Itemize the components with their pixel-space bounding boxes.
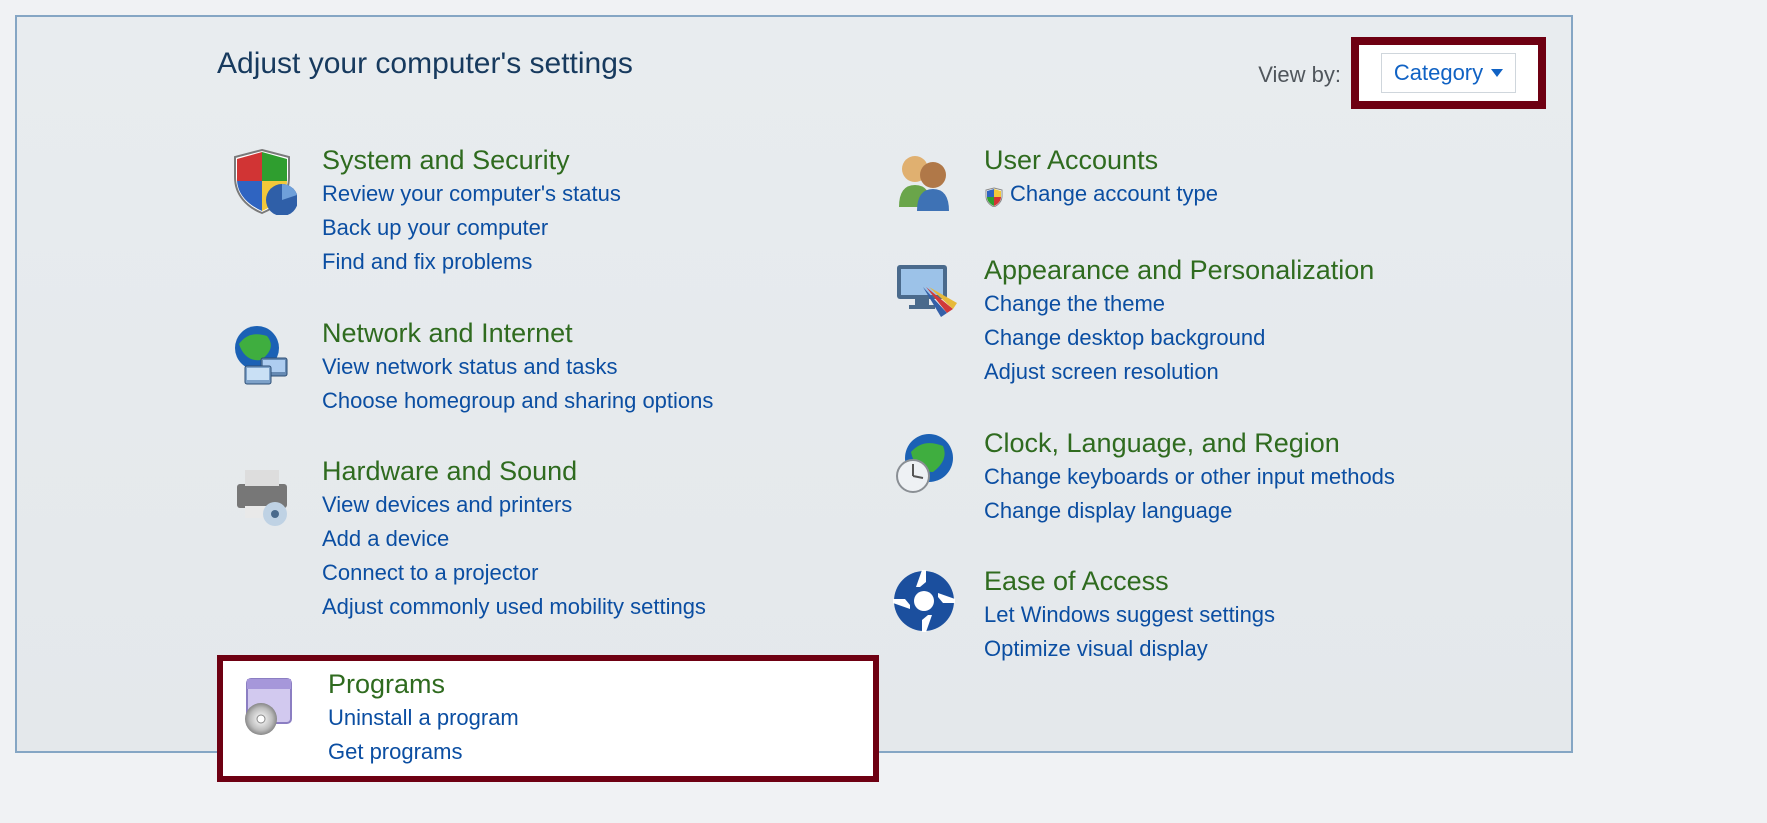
category-title-ease[interactable]: Ease of Access xyxy=(984,566,1275,597)
category-link-appearance-1[interactable]: Change desktop background xyxy=(984,322,1374,354)
control-panel-window: Adjust your computer's settings View by:… xyxy=(15,15,1573,753)
category-title-programs[interactable]: Programs xyxy=(328,669,519,700)
page-title: Adjust your computer's settings xyxy=(217,47,633,81)
right-column: User AccountsChange account type Appearan… xyxy=(879,137,1541,731)
category-title-hardware-sound[interactable]: Hardware and Sound xyxy=(322,456,706,487)
ease-icon xyxy=(889,566,959,636)
category-title-system-security[interactable]: System and Security xyxy=(322,145,621,176)
category-link-system-security-0[interactable]: Review your computer's status xyxy=(322,178,621,210)
monitor-icon xyxy=(889,255,959,325)
view-by-label: View by: xyxy=(1258,62,1341,88)
category-link-text: Change account type xyxy=(1010,178,1218,210)
view-by-dropdown-highlight: Category xyxy=(1351,37,1546,109)
category-ease: Ease of AccessLet Windows suggest settin… xyxy=(879,558,1541,673)
category-clock: Clock, Language, and RegionChange keyboa… xyxy=(879,420,1541,535)
category-columns: System and SecurityReview your computer'… xyxy=(217,137,1541,731)
category-title-user-accounts[interactable]: User Accounts xyxy=(984,145,1218,176)
category-link-user-accounts-0[interactable]: Change account type xyxy=(984,178,1218,210)
category-title-appearance[interactable]: Appearance and Personalization xyxy=(984,255,1374,286)
category-link-programs-0[interactable]: Uninstall a program xyxy=(328,702,519,734)
view-by-dropdown[interactable]: Category xyxy=(1381,53,1516,93)
chevron-down-icon xyxy=(1491,69,1503,77)
printer-icon xyxy=(227,456,297,526)
category-link-clock-0[interactable]: Change keyboards or other input methods xyxy=(984,461,1395,493)
category-link-network-internet-1[interactable]: Choose homegroup and sharing options xyxy=(322,385,713,417)
category-hardware-sound: Hardware and SoundView devices and print… xyxy=(217,448,879,631)
category-programs: ProgramsUninstall a programGet programs xyxy=(217,655,879,782)
category-link-hardware-sound-1[interactable]: Add a device xyxy=(322,523,706,555)
category-link-ease-0[interactable]: Let Windows suggest settings xyxy=(984,599,1275,631)
category-link-network-internet-0[interactable]: View network status and tasks xyxy=(322,351,713,383)
category-link-hardware-sound-2[interactable]: Connect to a projector xyxy=(322,557,706,589)
globe-net-icon xyxy=(227,318,297,388)
left-column: System and SecurityReview your computer'… xyxy=(217,137,879,731)
globe-clock-icon xyxy=(889,428,959,498)
category-link-hardware-sound-0[interactable]: View devices and printers xyxy=(322,489,706,521)
category-system-security: System and SecurityReview your computer'… xyxy=(217,137,879,286)
category-link-system-security-2[interactable]: Find and fix problems xyxy=(322,246,621,278)
category-title-network-internet[interactable]: Network and Internet xyxy=(322,318,713,349)
users-icon xyxy=(889,145,959,215)
category-link-system-security-1[interactable]: Back up your computer xyxy=(322,212,621,244)
category-appearance: Appearance and PersonalizationChange the… xyxy=(879,247,1541,396)
shield-icon xyxy=(227,145,297,215)
uac-shield-icon xyxy=(984,184,1004,204)
category-link-programs-1[interactable]: Get programs xyxy=(328,736,519,768)
category-link-hardware-sound-3[interactable]: Adjust commonly used mobility settings xyxy=(322,591,706,623)
category-link-appearance-0[interactable]: Change the theme xyxy=(984,288,1374,320)
category-user-accounts: User AccountsChange account type xyxy=(879,137,1541,223)
category-link-ease-1[interactable]: Optimize visual display xyxy=(984,633,1275,665)
box-icon xyxy=(233,669,303,739)
category-title-clock[interactable]: Clock, Language, and Region xyxy=(984,428,1395,459)
category-link-clock-1[interactable]: Change display language xyxy=(984,495,1395,527)
category-link-appearance-2[interactable]: Adjust screen resolution xyxy=(984,356,1374,388)
view-by-dropdown-value: Category xyxy=(1394,60,1483,86)
category-network-internet: Network and InternetView network status … xyxy=(217,310,879,425)
